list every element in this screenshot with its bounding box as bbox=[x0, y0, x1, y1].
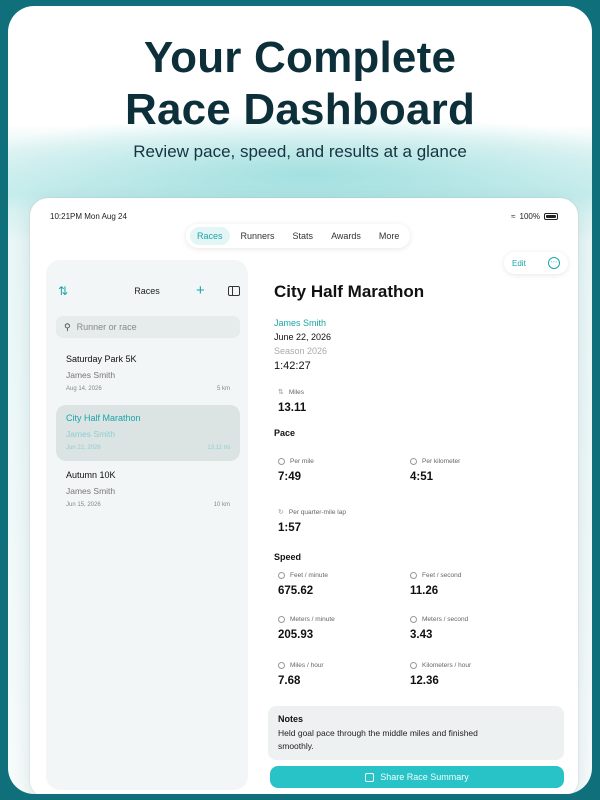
race-distance: 5 km bbox=[216, 386, 230, 392]
notes-card: Notes Held goal pace through the middle … bbox=[268, 706, 564, 760]
gauge-icon bbox=[410, 572, 417, 579]
search-placeholder: Runner or race bbox=[76, 322, 137, 332]
race-runner: James Smith bbox=[66, 486, 116, 496]
metric-value: 1:57 bbox=[278, 522, 302, 534]
list-item-autumn-10k[interactable]: Autumn 10K James Smith Jun 15, 2026 10 k… bbox=[56, 462, 240, 518]
tab-bar: Races Runners Stats Awards More bbox=[186, 224, 411, 248]
tab-runners[interactable]: Runners bbox=[234, 227, 282, 245]
search-field[interactable]: ⚲ Runner or race bbox=[56, 316, 240, 338]
metric-kilometers-per-hour: Kilometers / hour 12.36 bbox=[410, 662, 471, 687]
metric-miles-per-hour: Miles / hour 7.68 bbox=[278, 662, 324, 687]
race-date: Jun 15, 2026 bbox=[66, 502, 101, 508]
gauge-icon bbox=[278, 662, 285, 669]
status-time-date: 10:21PM Mon Aug 24 bbox=[50, 212, 127, 221]
race-distance: 10 km bbox=[213, 502, 230, 508]
detail-date: June 22, 2026 bbox=[274, 332, 332, 342]
metric-label: Miles / hour bbox=[290, 662, 324, 669]
metric-meters-per-minute: Meters / minute 205.93 bbox=[278, 616, 335, 641]
metric-label: Kilometers / hour bbox=[422, 662, 472, 669]
metric-label: Per mile bbox=[290, 458, 314, 465]
metric-value: 7.68 bbox=[278, 675, 301, 687]
metric-label: Per quarter-mile lap bbox=[288, 508, 346, 516]
metric-value: 205.93 bbox=[278, 629, 314, 641]
gauge-icon bbox=[278, 616, 285, 623]
repeat-icon: ↻ bbox=[278, 509, 284, 516]
metric-value: 11.26 bbox=[410, 585, 439, 597]
headline-subtitle: Review pace, speed, and results at a gla… bbox=[133, 142, 467, 161]
race-name: Saturday Park 5K bbox=[66, 354, 137, 364]
search-icon: ⚲ bbox=[64, 321, 71, 332]
metric-feet-per-minute: Feet / minute 675.62 bbox=[278, 572, 328, 597]
list-item-saturday-park-5k[interactable]: Saturday Park 5K James Smith Aug 14, 202… bbox=[56, 346, 240, 402]
headline: Your Complete Race Dashboard bbox=[8, 32, 592, 136]
metric-label: Meters / minute bbox=[290, 616, 335, 623]
share-icon bbox=[365, 772, 375, 782]
detail-finish-time: 1:42:27 bbox=[274, 360, 311, 372]
tab-stats[interactable]: Stats bbox=[286, 227, 321, 245]
device-screen: 10:21PM Mon Aug 24 ≈ 100% Races Runners … bbox=[30, 198, 578, 794]
wifi-icon: ≈ bbox=[511, 212, 516, 221]
metric-label: Meters / second bbox=[422, 616, 469, 623]
metric-distance: ⇅ Miles 13.11 bbox=[278, 388, 307, 415]
tab-awards[interactable]: Awards bbox=[324, 227, 368, 245]
share-race-summary-button[interactable]: Share Race Summary bbox=[270, 766, 564, 788]
speed-heading: Speed bbox=[274, 552, 302, 562]
gauge-icon bbox=[410, 616, 417, 623]
metric-label: Feet / second bbox=[422, 572, 462, 579]
sidebar-title: Races bbox=[134, 286, 160, 296]
metric-per-mile: Per mile 7:49 bbox=[278, 458, 314, 483]
tab-races[interactable]: Races bbox=[190, 227, 230, 245]
promo-frame: Your Complete Race Dashboard Review pace… bbox=[8, 6, 592, 794]
metric-per-kilometer: Per kilometer 4:51 bbox=[410, 458, 460, 483]
gauge-icon bbox=[410, 662, 417, 669]
metric-feet-per-second: Feet / second 11.26 bbox=[410, 572, 461, 597]
race-date: Aug 14, 2026 bbox=[66, 386, 102, 392]
ellipsis-circle-icon[interactable]: ⋯ bbox=[548, 257, 560, 269]
race-name: Autumn 10K bbox=[66, 470, 116, 480]
race-runner: James Smith bbox=[66, 370, 116, 380]
add-race-button[interactable]: + bbox=[196, 282, 205, 299]
notes-title: Notes bbox=[278, 714, 304, 724]
metric-value: 4:51 bbox=[410, 471, 434, 483]
gauge-icon bbox=[278, 572, 285, 579]
list-item-city-half-marathon[interactable]: City Half Marathon James Smith Jun 22, 2… bbox=[56, 405, 240, 461]
detail-season: Season 2026 bbox=[274, 346, 328, 356]
metric-value: 7:49 bbox=[278, 471, 302, 483]
detail-runner-link[interactable]: James Smith bbox=[274, 318, 326, 328]
metric-value: 13.11 bbox=[278, 402, 307, 414]
pace-heading: Pace bbox=[274, 428, 296, 438]
races-sidebar: ⇅ Races + ⚲ Runner or race Saturday Park… bbox=[46, 260, 248, 790]
metric-meters-per-second: Meters / second 3.43 bbox=[410, 616, 468, 641]
race-runner: James Smith bbox=[66, 429, 116, 439]
metric-value: 3.43 bbox=[410, 629, 433, 641]
status-right-group: ≈ 100% bbox=[511, 212, 558, 221]
metric-per-lap: ↻ Per quarter-mile lap 1:57 bbox=[278, 508, 346, 535]
race-name: City Half Marathon bbox=[66, 413, 141, 423]
race-distance: 13.11 mi bbox=[207, 445, 230, 451]
share-label: Share Race Summary bbox=[380, 772, 469, 782]
status-bar: 10:21PM Mon Aug 24 ≈ 100% bbox=[30, 210, 578, 222]
ruler-icon: ⇅ bbox=[278, 389, 284, 396]
sidebar-toggle-icon[interactable] bbox=[228, 286, 240, 296]
sidebar-header: ⇅ Races + bbox=[46, 282, 248, 300]
edit-button[interactable]: Edit bbox=[512, 259, 526, 268]
notes-text: Held goal pace through the middle miles … bbox=[278, 728, 478, 751]
page-title: City Half Marathon bbox=[274, 282, 425, 301]
race-date: Jun 22, 2026 bbox=[66, 445, 101, 451]
headline-line-1: Your Complete bbox=[143, 33, 457, 82]
race-detail: City Half Marathon James Smith June 22, … bbox=[266, 278, 566, 790]
battery-icon bbox=[544, 213, 558, 220]
metric-value: 12.36 bbox=[410, 675, 439, 687]
headline-line-2: Race Dashboard bbox=[124, 85, 476, 134]
tab-more[interactable]: More bbox=[372, 227, 407, 245]
metric-label: Feet / minute bbox=[290, 572, 328, 579]
battery-percent: 100% bbox=[519, 212, 540, 221]
toolbar-pill: Edit ⋯ bbox=[504, 252, 568, 274]
clock-icon bbox=[278, 458, 285, 465]
metric-label: Per kilometer bbox=[422, 458, 461, 465]
metric-label: Miles bbox=[288, 388, 305, 396]
metric-value: 675.62 bbox=[278, 585, 314, 597]
clock-icon bbox=[410, 458, 417, 465]
